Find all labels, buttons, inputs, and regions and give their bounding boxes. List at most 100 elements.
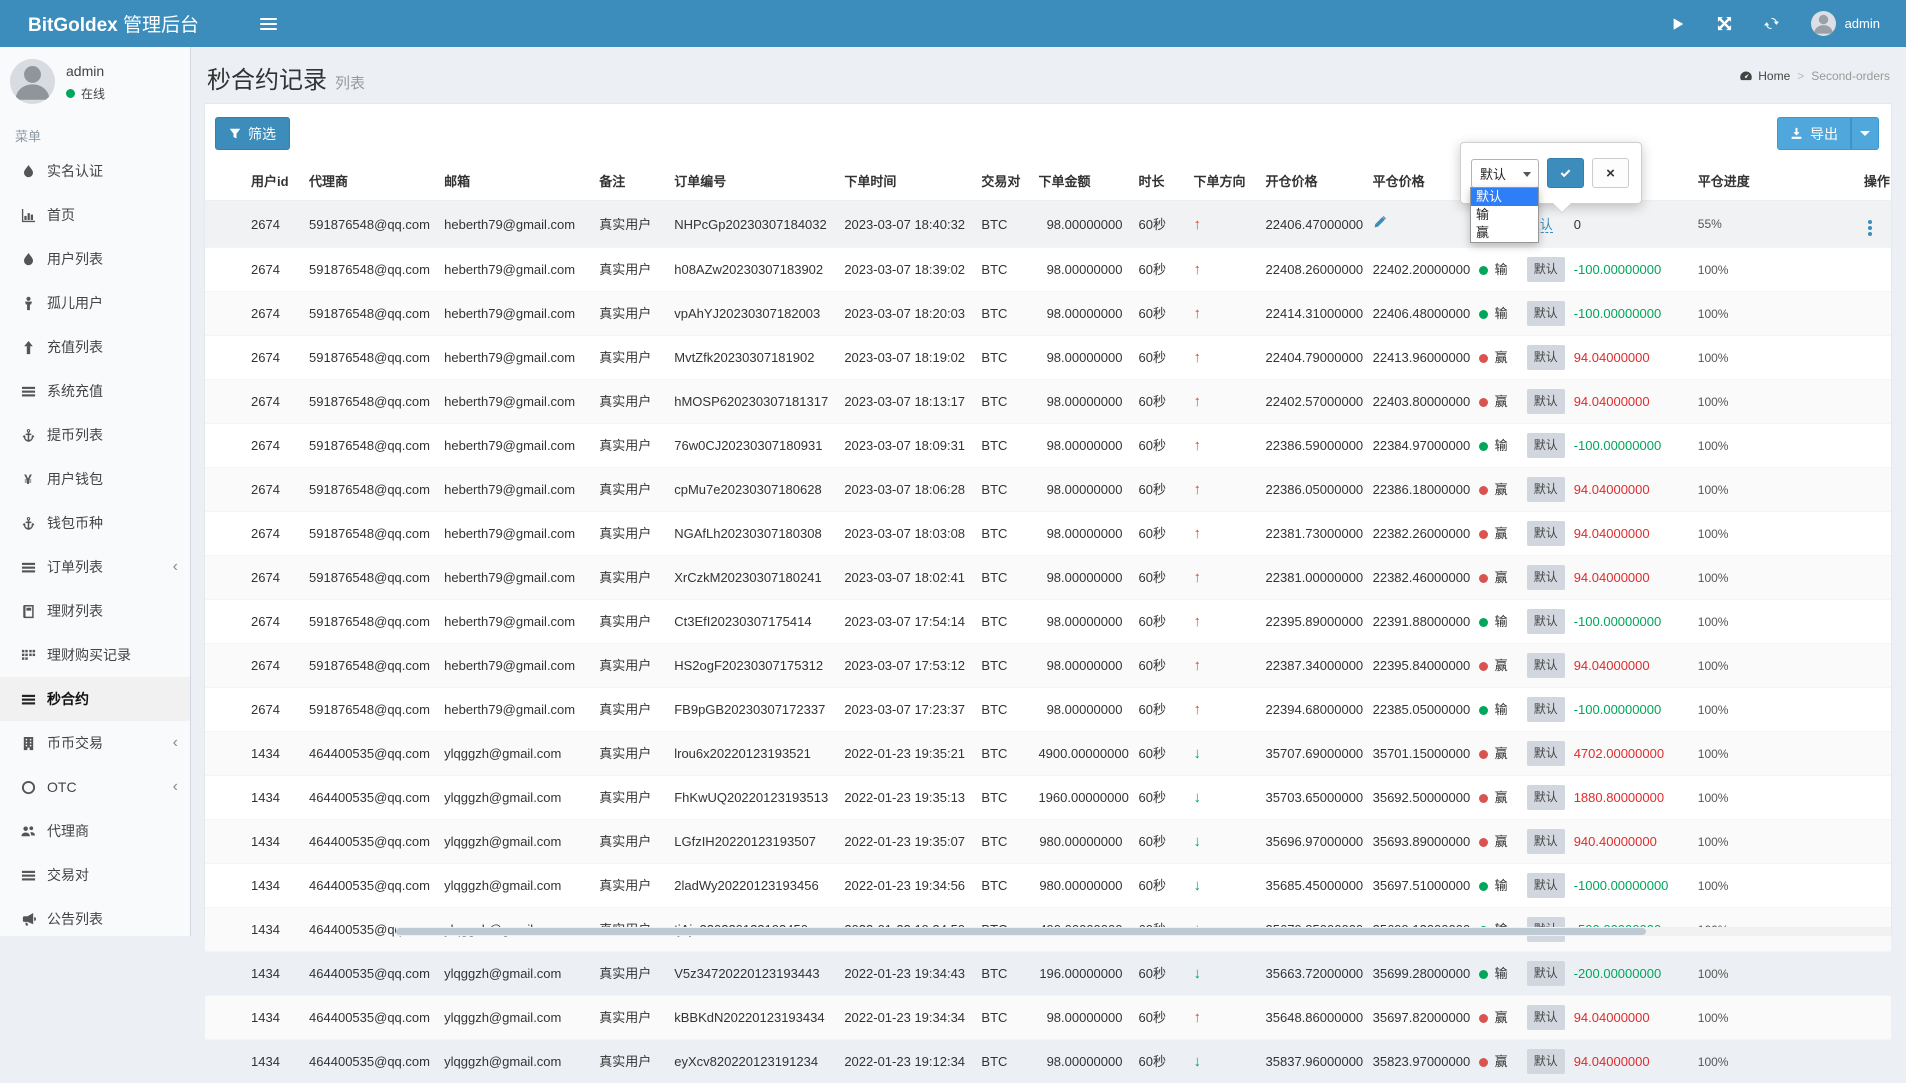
select-option[interactable]: 输 bbox=[1471, 206, 1538, 224]
sidebar-item-coin-trade[interactable]: 币币交易‹ bbox=[0, 721, 190, 765]
play-icon[interactable] bbox=[1671, 17, 1685, 31]
win-dot-icon bbox=[1479, 1058, 1488, 1067]
control-badge[interactable]: 默认 bbox=[1527, 873, 1565, 898]
control-badge[interactable]: 默认 bbox=[1527, 521, 1565, 546]
confirm-button[interactable] bbox=[1547, 158, 1584, 188]
cell-open-price: 35703.65000000 bbox=[1258, 776, 1365, 820]
cell-actions bbox=[1856, 688, 1891, 732]
sidebar-item-wealth-records[interactable]: 理财购买记录 bbox=[0, 633, 190, 677]
cell-order-no: 2ladWy20220123193456 bbox=[666, 864, 836, 908]
cell-agent: 591876548@qq.com bbox=[301, 600, 436, 644]
menu-label: 菜单 bbox=[0, 112, 190, 149]
sidebar-item-user-wallet[interactable]: ¥用户钱包 bbox=[0, 457, 190, 501]
sidebar-toggle-icon[interactable] bbox=[246, 0, 290, 47]
sidebar-item-home[interactable]: 首页 bbox=[0, 193, 190, 237]
sidebar-item-system-deposit[interactable]: 系统充值 bbox=[0, 369, 190, 413]
cell-order-no: NHPcGp20230307184032 bbox=[666, 201, 836, 248]
lose-dot-icon bbox=[1479, 266, 1488, 275]
sidebar-item-second-contract[interactable]: 秒合约 bbox=[0, 677, 190, 721]
sidebar-item-orders[interactable]: 订单列表‹ bbox=[0, 545, 190, 589]
cell-close-price: 35697.82000000 bbox=[1365, 996, 1471, 1040]
cancel-button[interactable]: × bbox=[1592, 158, 1629, 188]
sidebar-item-orphan-users[interactable]: 孤儿用户 bbox=[0, 281, 190, 325]
table-row: 2674591876548@qq.comheberth79@gmail.com真… bbox=[205, 688, 1891, 732]
cell-progress: 100% bbox=[1690, 424, 1856, 468]
sidebar-item-kyc[interactable]: 实名认证 bbox=[0, 149, 190, 193]
sidebar-item-label: 提币列表 bbox=[47, 425, 103, 445]
edit-close-price-icon[interactable] bbox=[1373, 216, 1386, 229]
cell-order-no: hMOSP620230307181317 bbox=[666, 380, 836, 424]
control-badge[interactable]: 默认 bbox=[1527, 1005, 1565, 1030]
select-option[interactable]: 赢 bbox=[1471, 224, 1538, 242]
control-badge[interactable]: 默认 bbox=[1527, 565, 1565, 590]
sidebar-item-pairs[interactable]: 交易对 bbox=[0, 853, 190, 897]
cell-pair: BTC bbox=[973, 864, 1030, 908]
progress-label: 100% bbox=[1698, 701, 1734, 720]
fullscreen-icon[interactable] bbox=[1717, 16, 1732, 31]
refresh-icon[interactable] bbox=[1764, 16, 1779, 31]
progress-bar bbox=[1734, 484, 1832, 497]
cell-result: 输 bbox=[1471, 864, 1519, 908]
sidebar-item-deposits[interactable]: 充值列表 bbox=[0, 325, 190, 369]
sidebar-user-name: admin bbox=[66, 59, 105, 79]
cell-progress: 100% bbox=[1690, 776, 1856, 820]
control-badge[interactable]: 默认 bbox=[1527, 389, 1565, 414]
export-caret-button[interactable] bbox=[1851, 117, 1879, 150]
sidebar-item-wealth[interactable]: 理财列表 bbox=[0, 589, 190, 633]
control-badge[interactable]: 默认 bbox=[1527, 829, 1565, 854]
cell-progress: 100% bbox=[1690, 380, 1856, 424]
control-badge[interactable]: 默认 bbox=[1527, 301, 1565, 326]
control-badge[interactable]: 默认 bbox=[1527, 741, 1565, 766]
progress-bar bbox=[1734, 218, 1832, 231]
cell-email: heberth79@gmail.com bbox=[436, 468, 591, 512]
cell-open-price: 22386.05000000 bbox=[1258, 468, 1365, 512]
control-badge[interactable]: 默认 bbox=[1527, 1049, 1565, 1074]
cell-close-price: 22391.88000000 bbox=[1365, 600, 1471, 644]
filter-button[interactable]: 筛选 bbox=[215, 117, 290, 150]
sidebar-item-wallet-coins[interactable]: 钱包币种 bbox=[0, 501, 190, 545]
close-icon: × bbox=[1606, 165, 1615, 182]
control-badge[interactable]: 默认 bbox=[1527, 433, 1565, 458]
building-icon bbox=[16, 736, 40, 751]
cell-close-price: 35699.28000000 bbox=[1365, 952, 1471, 996]
win-dot-icon bbox=[1479, 354, 1488, 363]
control-badge[interactable]: 默认 bbox=[1527, 653, 1565, 678]
control-badge[interactable]: 默认 bbox=[1527, 961, 1565, 986]
control-badge[interactable]: 默认 bbox=[1527, 697, 1565, 722]
app-brand[interactable]: BitGoldex 管理后台 bbox=[0, 10, 246, 37]
control-badge[interactable]: 默认 bbox=[1527, 477, 1565, 502]
cell-note: 真实用户 bbox=[591, 556, 666, 600]
cell-note: 真实用户 bbox=[591, 864, 666, 908]
up-arrow-icon: ↑ bbox=[1194, 701, 1202, 718]
up-arrow-icon: ↑ bbox=[1194, 261, 1202, 278]
cell-direction: ↑ bbox=[1186, 996, 1258, 1040]
sidebar-item-agents[interactable]: 代理商 bbox=[0, 809, 190, 853]
sidebar-item-announcements[interactable]: 公告列表 bbox=[0, 897, 190, 941]
scrollbar-thumb[interactable] bbox=[396, 928, 1646, 935]
cell-agent: 591876548@qq.com bbox=[301, 380, 436, 424]
profit-value: 94.04000000 bbox=[1574, 482, 1650, 497]
bars-icon bbox=[16, 560, 40, 575]
sidebar-item-users[interactable]: 用户列表 bbox=[0, 237, 190, 281]
cell-actions bbox=[1856, 292, 1891, 336]
user-menu[interactable]: admin bbox=[1811, 11, 1880, 36]
sidebar-item-withdrawals[interactable]: 提币列表 bbox=[0, 413, 190, 457]
control-badge[interactable]: 默认 bbox=[1527, 345, 1565, 370]
breadcrumb-home-link[interactable]: Home bbox=[1739, 69, 1790, 83]
control-badge[interactable]: 默认 bbox=[1527, 257, 1565, 282]
control-badge[interactable]: 默认 bbox=[1527, 609, 1565, 634]
sidebar-item-label: 币币交易 bbox=[47, 733, 103, 753]
export-button[interactable]: 导出 bbox=[1777, 117, 1851, 150]
control-badge[interactable]: 默认 bbox=[1527, 785, 1565, 810]
select-option[interactable]: 默认 bbox=[1471, 188, 1538, 206]
cell-duration: 60秒 bbox=[1130, 292, 1185, 336]
horizontal-scrollbar[interactable] bbox=[396, 927, 1891, 936]
sidebar-item-otc[interactable]: OTC‹ bbox=[0, 765, 190, 809]
progress-bar bbox=[1734, 616, 1832, 629]
control-select[interactable]: 默认 bbox=[1471, 159, 1539, 188]
cell-user-id: 1434 bbox=[205, 952, 301, 996]
cell-amount: 98.00000000 bbox=[1030, 1040, 1130, 1083]
users-icon bbox=[16, 824, 40, 839]
progress-bar bbox=[1734, 528, 1832, 541]
row-actions-icon[interactable] bbox=[1864, 218, 1876, 238]
